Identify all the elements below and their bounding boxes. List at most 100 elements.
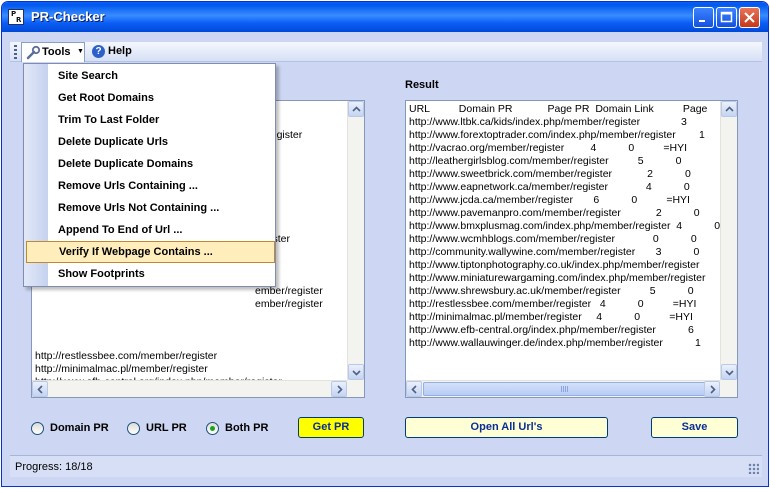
scroll-down-button[interactable]: [348, 364, 364, 380]
scroll-up-button[interactable]: [721, 101, 737, 117]
result-row-line: http://www.eapnetwork.ca/member/register…: [409, 181, 690, 193]
chevron-down-icon: [725, 370, 734, 376]
menu-item-label: Verify If Webpage Contains ...: [59, 246, 213, 258]
chevron-up-icon: [725, 106, 734, 112]
menu-item-verify-if-webpage-contains[interactable]: Verify If Webpage Contains ...: [26, 241, 275, 263]
open-all-urls-button[interactable]: Open All Url's: [405, 417, 608, 438]
radio-dot-checked: [206, 422, 219, 435]
menu-item-remove-urls-not-containing[interactable]: Remove Urls Not Containing ...: [25, 197, 275, 219]
result-row-line: http://www.miniaturewargaming.com/index.…: [409, 272, 706, 284]
menu-item-get-root-domains[interactable]: Get Root Domains: [25, 87, 275, 109]
result-row-line: http://www.forextoptrader.com/index.php/…: [409, 129, 705, 141]
tools-dropdown-menu: Site Search Get Root Domains Trim To Last …: [23, 63, 276, 287]
input-vertical-scrollbar[interactable]: [347, 101, 364, 381]
progress-text: Progress: 18/18: [15, 461, 93, 473]
title-bar[interactable]: P R PR-Checker: [2, 2, 768, 32]
maximize-button[interactable]: [716, 7, 737, 28]
input-url-line: [35, 298, 289, 311]
menu-tools-label: Tools: [42, 46, 71, 58]
menu-item-label: Append To End of Url ...: [58, 224, 183, 236]
chevron-up-icon: [352, 106, 361, 112]
radio-dot: [127, 422, 140, 435]
result-row-line: http://www.pavemanpro.com/member/registe…: [409, 207, 700, 219]
menu-item-label: Remove Urls Not Containing ...: [58, 202, 220, 214]
help-icon: ?: [92, 45, 105, 58]
result-row-line: http://www.efb-central.org/index.php/mem…: [409, 324, 694, 336]
scroll-left-button[interactable]: [406, 381, 422, 397]
both-pr-label: Both PR: [225, 422, 269, 434]
input-url-line: http://minimalmac.pl/member/register: [35, 363, 208, 375]
toolbar-grip[interactable]: [14, 45, 17, 59]
result-row-line: http://www.tiptonphotography.co.uk/index…: [409, 259, 700, 271]
radio-dot: [31, 422, 44, 435]
menu-item-site-search[interactable]: Site Search: [25, 65, 275, 87]
menu-item-label: Site Search: [58, 70, 118, 82]
url-pr-label: URL PR: [146, 422, 187, 434]
app-window: P R PR-Checker Tools ▼ ? Help Result htt…: [1, 1, 769, 487]
minimize-button[interactable]: [693, 7, 714, 28]
maximize-icon: [720, 11, 733, 23]
scroll-down-button[interactable]: [721, 364, 737, 380]
result-row-line: http://leathergirlsblog.com/member/regis…: [409, 155, 682, 167]
menu-tools[interactable]: Tools ▼: [21, 42, 85, 62]
result-row-line: http://community.wallywine.com/member/re…: [409, 246, 700, 258]
menu-item-label: Remove Urls Containing ...: [58, 180, 198, 192]
result-row-line: http://restlessbee.com/member/register 4…: [409, 298, 697, 310]
menu-item-label: Delete Duplicate Domains: [58, 158, 194, 170]
menu-item-label: Show Footprints: [58, 268, 145, 280]
scrollbar-corner: [347, 380, 364, 397]
scroll-right-button[interactable]: [331, 381, 347, 397]
chevron-left-icon: [411, 385, 417, 394]
result-row-line: http://www.ltbk.ca/kids/index.php/member…: [409, 116, 687, 128]
result-row-line: http://www.wcmhblogs.com/member/register…: [409, 233, 697, 245]
menu-item-delete-duplicate-urls[interactable]: Delete Duplicate Urls: [25, 131, 275, 153]
result-list[interactable]: URL Domain PR Page PR Domain Link Page ht…: [405, 100, 738, 398]
menu-help-label: Help: [108, 45, 132, 57]
minimize-icon: [699, 20, 705, 22]
menu-item-label: Trim To Last Folder: [58, 114, 160, 126]
domain-pr-label: Domain PR: [50, 422, 109, 434]
menu-item-append-to-end-of-url[interactable]: Append To End of Url ...: [25, 219, 275, 241]
status-bar: Progress: 18/18: [10, 455, 762, 477]
menu-bar: Tools ▼ ? Help: [10, 42, 762, 62]
menu-item-label: Get Root Domains: [58, 92, 154, 104]
input-url-line: [35, 324, 289, 337]
chevron-left-icon: [37, 385, 43, 394]
window-title: PR-Checker: [31, 9, 105, 24]
resize-grip[interactable]: [748, 463, 759, 474]
menu-item-show-footprints[interactable]: Show Footprints: [25, 263, 275, 285]
app-icon: P R: [8, 9, 24, 25]
save-button[interactable]: Save: [651, 417, 738, 438]
input-url-fragment: ember/register: [255, 298, 323, 310]
scroll-left-button[interactable]: [32, 381, 48, 397]
app-icon-letter-r: R: [16, 16, 22, 24]
scrollbar-corner: [720, 380, 737, 397]
input-horizontal-scrollbar[interactable]: [32, 380, 348, 397]
get-pr-button[interactable]: Get PR: [298, 417, 364, 438]
result-row-line: http://www.bmxplusmag.com/index.php/memb…: [409, 220, 721, 232]
result-row-line: http://www.shrewsbury.ac.uk/member/regis…: [409, 285, 694, 297]
chevron-down-icon: [352, 370, 361, 376]
chevron-right-icon: [337, 385, 343, 394]
input-url-line: [35, 337, 289, 350]
result-vertical-scrollbar[interactable]: [720, 101, 737, 381]
result-row-line: URL Domain PR Page PR Domain Link Page: [409, 103, 708, 115]
menu-item-remove-urls-containing[interactable]: Remove Urls Containing ...: [25, 175, 275, 197]
close-button[interactable]: [739, 7, 760, 28]
result-row-line: http://www.sweetbrick.com/member/registe…: [409, 168, 691, 180]
menu-item-trim-to-last-folder[interactable]: Trim To Last Folder: [25, 109, 275, 131]
chevron-down-icon: ▼: [77, 48, 84, 55]
input-url-line: http://restlessbee.com/member/register: [35, 350, 218, 362]
scroll-right-button[interactable]: [704, 381, 720, 397]
wrench-icon: [26, 45, 41, 60]
result-row-line: http://vacrao.org/member/register 4 0 =H…: [409, 142, 688, 154]
result-row-line: http://www.jcda.ca/member/register 6 0 =…: [409, 194, 690, 206]
result-label: Result: [405, 79, 439, 91]
input-url-line: [35, 311, 289, 324]
menu-item-label: Delete Duplicate Urls: [58, 136, 169, 148]
scroll-thumb[interactable]: [423, 382, 706, 396]
scroll-up-button[interactable]: [348, 101, 364, 117]
result-lines: URL Domain PR Page PR Domain Link Page ht…: [409, 103, 720, 350]
menu-item-delete-duplicate-domains[interactable]: Delete Duplicate Domains: [25, 153, 275, 175]
result-horizontal-scrollbar[interactable]: [406, 380, 721, 397]
